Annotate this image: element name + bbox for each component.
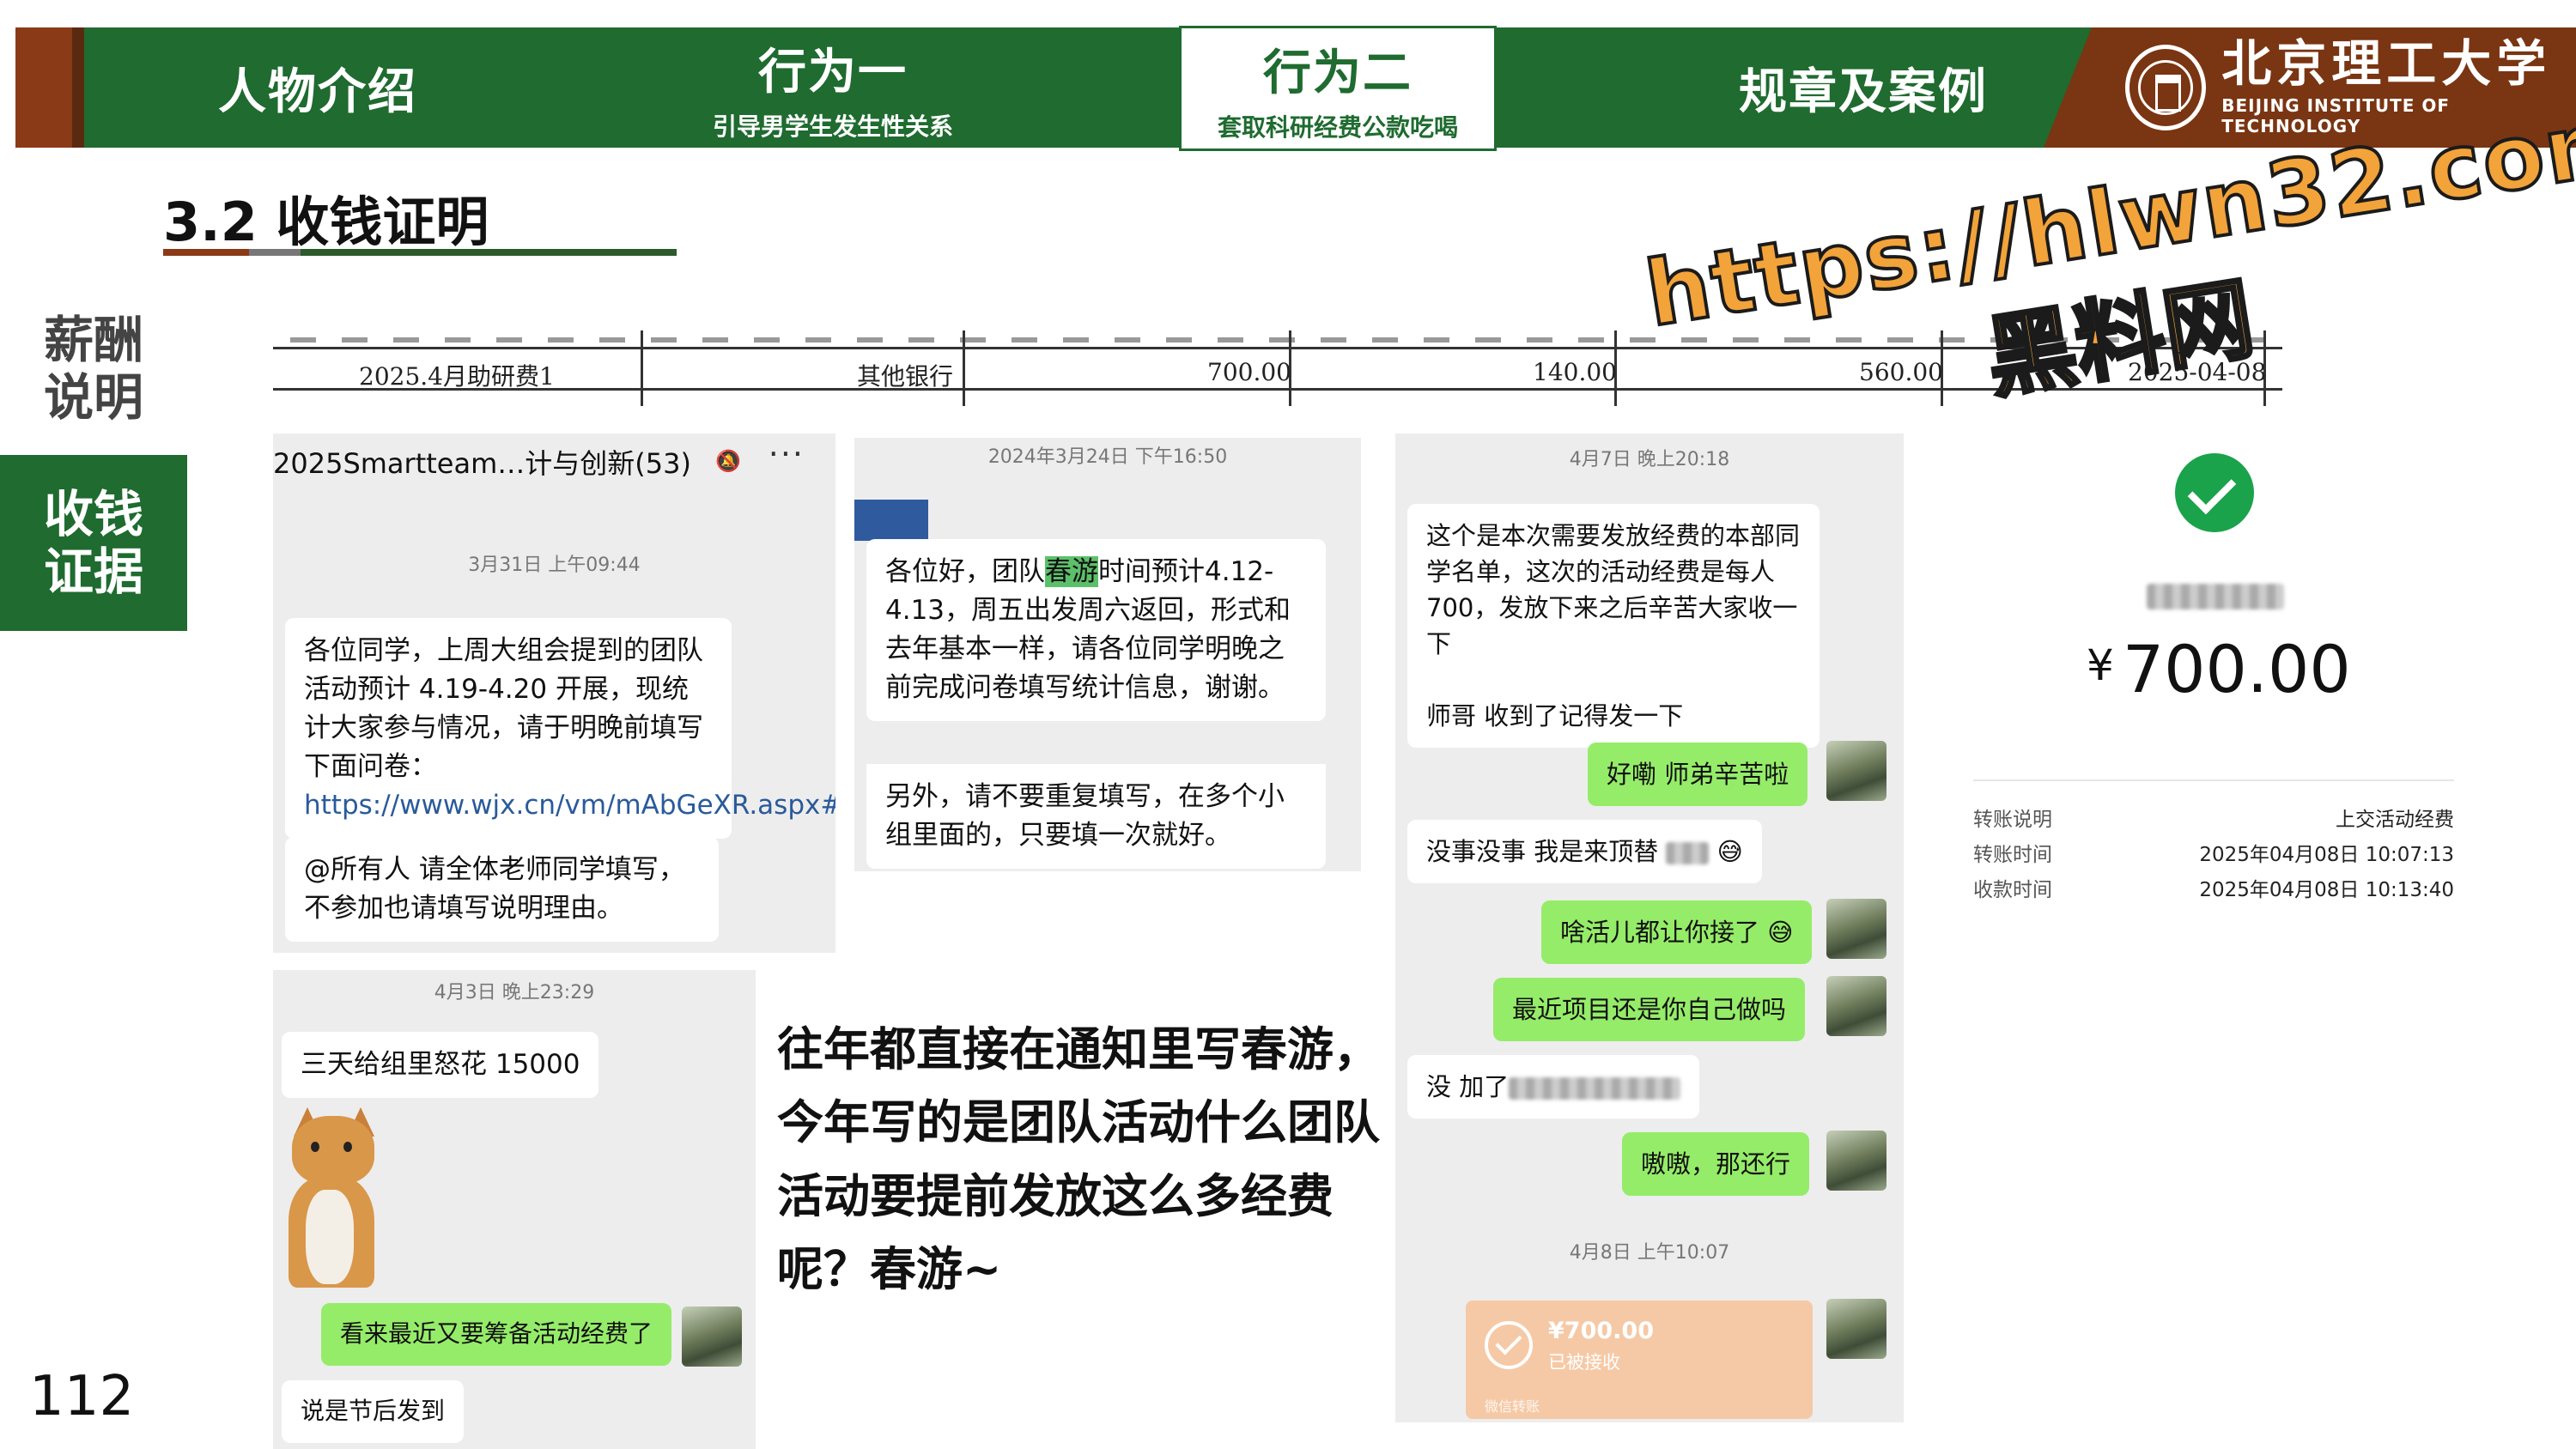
commentary-text: 往年都直接在通知里写春游，今年写的是团队活动什么团队活动要提前发放这么多经费呢？… bbox=[777, 1022, 1380, 1296]
chat-message-self: 嗷嗷，那还行 bbox=[1622, 1132, 1810, 1197]
chat-screenshot-group-notice: 2025Smartteam…计与创新(53) 🔕 ··· 3月31日 上午09:… bbox=[273, 433, 835, 953]
divider bbox=[1973, 779, 2454, 781]
chat-message: 各位同学，上周大组会提到的团队活动预计 4.19-4.20 开展，现统计大家参与… bbox=[285, 618, 835, 839]
chat-message: 另外，请不要重复填写，在多个小组里面的，只要填一次就好。 bbox=[866, 764, 1326, 869]
mute-icon: 🔕 bbox=[715, 449, 741, 473]
receipt-amount: ¥700.00 bbox=[2087, 631, 2351, 707]
cat-sticker bbox=[285, 1107, 380, 1288]
chat-timestamp: 4月3日 晚上23:29 bbox=[434, 982, 595, 1003]
success-check-icon bbox=[2175, 453, 2254, 532]
nav-tab-label: 行为二 bbox=[1263, 45, 1413, 101]
nav-tab-label: 规章及案例 bbox=[1739, 64, 1988, 120]
bank-date: 2025-04-08 bbox=[2128, 358, 2267, 386]
nav-tab-rules-cases[interactable]: 规章及案例 bbox=[1683, 27, 2044, 148]
bank-record-row: 2025.4月助研费1 其他银行 700.00 140.00 560.00 20… bbox=[273, 351, 2282, 391]
nav-tab-label: 人物介绍 bbox=[218, 64, 417, 120]
avatar bbox=[1826, 976, 1886, 1036]
transfer-amount: ¥700.00 bbox=[1548, 1318, 1654, 1344]
bank-item: 2025.4月助研费1 bbox=[359, 362, 555, 391]
nav-tab-label: 行为一 bbox=[758, 44, 908, 100]
bank-record-strip: 2025.4月助研费1 其他银行 700.00 140.00 560.00 20… bbox=[273, 330, 2282, 406]
nav-accent-bar bbox=[15, 27, 77, 148]
chat-timestamp: 3月31日 上午09:44 bbox=[468, 555, 641, 576]
chat-message: 没 加了 bbox=[1407, 1055, 1700, 1119]
redacted-name bbox=[2147, 584, 2284, 609]
transfer-status: 已被接收 bbox=[1548, 1352, 1620, 1373]
bank-name: 其他银行 bbox=[857, 362, 954, 391]
cut-row bbox=[273, 330, 2282, 349]
bank-net: 560.00 bbox=[1859, 358, 1943, 386]
avatar bbox=[1826, 1131, 1886, 1191]
sidebar-item-label: 薪酬 说明 bbox=[43, 311, 143, 427]
page-number: 112 bbox=[29, 1365, 135, 1428]
avatar bbox=[854, 500, 928, 541]
avatar bbox=[1826, 1299, 1886, 1359]
chat-screenshot-distribution: 4月7日 晚上20:18 这个是本次需要发放经费的本部同学名单，这次的活动经费是… bbox=[1395, 433, 1904, 1422]
sidebar-item-salary[interactable]: 薪酬 说明 bbox=[0, 309, 187, 429]
chat-message: 这个是本次需要发放经费的本部同学名单，这次的活动经费是每人700，发放下来之后辛… bbox=[1407, 504, 1820, 749]
chat-group-name: 2025Smartteam…计与创新(53) bbox=[273, 447, 691, 480]
chat-message-self: 好嘞 师弟辛苦啦 bbox=[1588, 743, 1808, 807]
highlight-spring-trip: 春游 bbox=[1045, 556, 1098, 587]
avatar bbox=[1826, 741, 1886, 801]
nav-tab-sublabel: 引导男学生发生性关系 bbox=[712, 112, 953, 141]
chat-message: 没事没事 我是来顶替 😅 bbox=[1407, 820, 1762, 884]
bank-amount: 700.00 bbox=[1207, 358, 1291, 386]
chat-message-self: 看来最近又要筹备活动经费了 bbox=[321, 1303, 672, 1366]
more-icon: ··· bbox=[768, 435, 805, 473]
university-name-cn: 北京理工大学 bbox=[2221, 34, 2552, 93]
university-logo: 北京理工大学 BEIJING INSTITUTE OF TECHNOLOGY bbox=[2125, 27, 2572, 148]
chat-message-self: 啥活儿都让你接了 😅 bbox=[1541, 900, 1813, 965]
transfer-card[interactable]: ¥700.00 已被接收 微信转账 bbox=[1466, 1300, 1813, 1419]
avatar bbox=[682, 1307, 742, 1367]
university-name-en: BEIJING INSTITUTE OF TECHNOLOGY bbox=[2221, 95, 2451, 136]
bank-tax: 140.00 bbox=[1533, 358, 1617, 386]
nav-tab-person-intro[interactable]: 人物介绍 bbox=[172, 27, 464, 148]
message-text: 各位同学，上周大组会提到的团队活动预计 4.19-4.20 开展，现统计大家参与… bbox=[304, 635, 703, 782]
page-title: 3.2 收钱证明 bbox=[163, 191, 489, 253]
chat-message: 说是节后发到 bbox=[282, 1380, 465, 1443]
nav-tab-sublabel: 套取科研经费公款吃喝 bbox=[1217, 112, 1458, 142]
chat-timestamp: 2024年3月24日 下午16:50 bbox=[987, 446, 1228, 468]
nav-tab-behavior-two[interactable]: 行为二 套取科研经费公款吃喝 bbox=[1179, 26, 1497, 151]
top-navigation: 人物介绍 行为一 引导男学生发生性关系 行为二 套取科研经费公款吃喝 规章及案例… bbox=[0, 0, 2576, 153]
chat-message: @所有人 请全体老师同学填写，不参加也请填写说明理由。 bbox=[285, 837, 719, 942]
amount-value: 700.00 bbox=[2122, 631, 2351, 707]
sidebar-item-evidence[interactable]: 收钱 证据 bbox=[0, 455, 187, 631]
chat-timestamp: 4月8日 上午10:07 bbox=[1569, 1242, 1730, 1264]
avatar bbox=[1826, 899, 1886, 959]
chat-timestamp: 4月7日 晚上20:18 bbox=[1569, 449, 1730, 470]
title-underline bbox=[163, 249, 677, 256]
nav-accent-bar-dark bbox=[72, 27, 84, 148]
chat-message: 各位好，团队春游时间预计4.12-4.13，周五出发周六返回，形式和去年基本一样… bbox=[866, 539, 1326, 721]
transfer-footer: 微信转账 bbox=[1485, 1398, 1540, 1415]
check-circle-icon bbox=[1485, 1321, 1533, 1369]
chat-header: 2025Smartteam…计与创新(53) 🔕 ··· bbox=[273, 433, 835, 487]
sidebar-item-label: 收钱 证据 bbox=[43, 484, 143, 601]
currency-symbol: ¥ bbox=[2087, 640, 2114, 690]
chat-screenshot-spring-trip: 2024年3月24日 下午16:50 各位好，团队春游时间预计4.12-4.13… bbox=[854, 438, 1361, 871]
chat-screenshot-expense: 4月3日 晚上23:29 三天给组里怒花 15000 看来最近又要筹备活动经费了… bbox=[273, 970, 756, 1449]
survey-link[interactable]: https://www.wjx.cn/vm/mAbGeXR.aspx# bbox=[304, 790, 835, 821]
chat-message-self: 最近项目还是你自己做吗 bbox=[1493, 978, 1806, 1042]
nav-tab-behavior-one[interactable]: 行为一 引导男学生发生性关系 bbox=[653, 27, 1013, 148]
chat-message: 三天给组里怒花 15000 bbox=[282, 1032, 599, 1098]
university-emblem-icon bbox=[2125, 45, 2207, 130]
